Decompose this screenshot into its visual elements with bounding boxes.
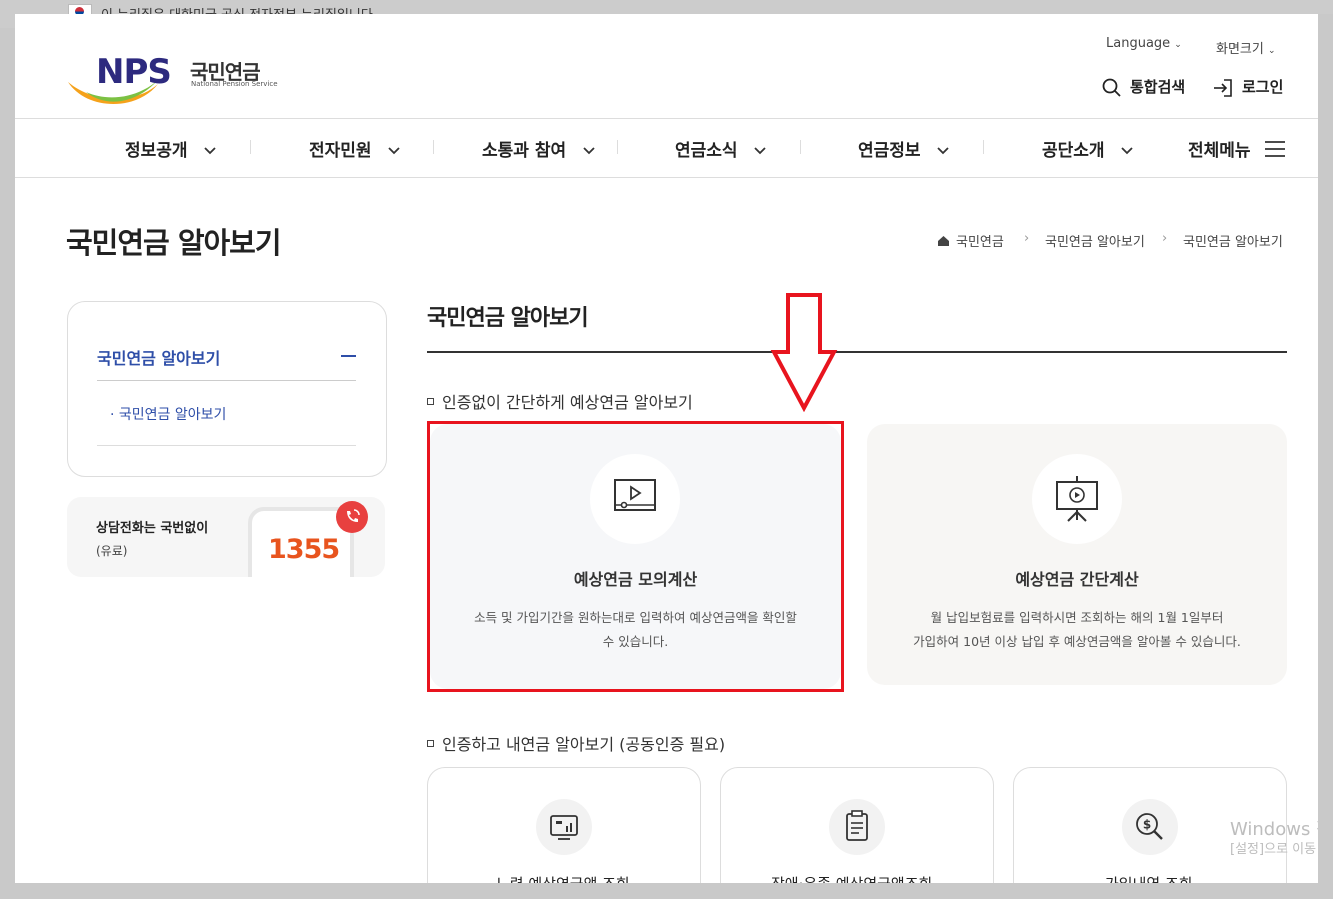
nav-item-about[interactable]: 공단소개 (1042, 136, 1134, 161)
login-icon (1214, 78, 1232, 97)
highlight-box (427, 421, 844, 692)
side-menu-divider (97, 380, 356, 381)
chevron-down-icon (937, 147, 950, 155)
subsection-label: 인증없이 간단하게 예상연금 알아보기 (442, 393, 693, 412)
font-size-label: 화면크기 (1216, 42, 1264, 57)
magnifier-coin-icon: $ (1122, 799, 1178, 855)
search-button[interactable]: 통합검색 (1102, 76, 1185, 98)
chevron-down-icon (204, 147, 217, 155)
section-title: 국민연금 알아보기 (427, 306, 589, 331)
nav-label: 연금소식 (675, 141, 738, 161)
hamburger-icon (1265, 141, 1286, 157)
card-title: 장애·유족 예상연금액조회 (771, 873, 932, 883)
subsection-title: 인증없이 간단하게 예상연금 알아보기 (427, 389, 693, 413)
chevron-down-icon (1121, 147, 1134, 155)
nav-separator (433, 140, 434, 154)
card-title: 노령 예상연금액 조회 (496, 873, 630, 883)
chevron-down-icon (388, 147, 401, 155)
nav-label: 정보공개 (125, 141, 188, 161)
breadcrumb-current[interactable]: 국민연금 알아보기 (1183, 231, 1283, 250)
side-menu-title[interactable]: 국민연금 알아보기 (97, 345, 220, 369)
nav-item-community[interactable]: 소통과 참여 (482, 136, 596, 161)
nav-item-news[interactable]: 연금소식 (675, 136, 767, 161)
presentation-screen-icon (1032, 454, 1122, 544)
collapse-icon[interactable] (341, 355, 356, 357)
home-icon (938, 236, 949, 246)
phone-icon (336, 501, 368, 533)
nav-item-civil[interactable]: 전자민원 (309, 136, 401, 161)
language-select[interactable]: Language ⌄ (1106, 36, 1182, 51)
side-menu (67, 301, 387, 477)
windows-activation-hint: [설정]으로 이동 (1230, 842, 1317, 857)
nav-item-info[interactable]: 정보공개 (125, 136, 217, 161)
nav-label: 공단소개 (1042, 141, 1105, 161)
card-description-line: 가입하여 10년 이상 납입 후 예상연금액을 알아볼 수 있습니다. (913, 634, 1241, 649)
login-label: 로그인 (1242, 78, 1284, 96)
clipboard-icon (829, 799, 885, 855)
card-old-age-pension[interactable] (427, 767, 701, 883)
language-label: Language (1106, 36, 1171, 51)
chevron-down-icon: ⌄ (1174, 40, 1182, 50)
breadcrumb-home[interactable]: 국민연금 (937, 231, 1004, 250)
logo-name-en: National Pension Service (191, 80, 278, 88)
chevron-right-icon: › (1162, 231, 1168, 246)
nav-separator (617, 140, 618, 154)
breadcrumb-label: 국민연금 (956, 235, 1004, 250)
call-number: 1355 (268, 534, 340, 565)
nav-divider (15, 177, 1318, 178)
svg-text:$: $ (1143, 818, 1151, 832)
window-frame-bottom (0, 883, 1333, 899)
search-icon (1102, 78, 1121, 97)
chevron-down-icon (583, 147, 595, 155)
nav-separator (250, 140, 251, 154)
call-number-text: 1355 (268, 534, 340, 565)
font-size-select[interactable]: 화면크기 ⌄ (1216, 38, 1276, 57)
login-button[interactable]: 로그인 (1212, 76, 1283, 98)
monitor-chart-icon (536, 799, 592, 855)
all-menu-button[interactable]: 전체메뉴 (1188, 136, 1286, 161)
down-arrow-icon (770, 293, 838, 412)
breadcrumb-item[interactable]: 국민연금 알아보기 (1045, 231, 1145, 250)
nav-separator (983, 140, 984, 154)
window-frame-right (1318, 14, 1333, 899)
bullet-icon (427, 398, 434, 405)
nav-label: 소통과 참여 (482, 141, 567, 161)
page-title: 국민연금 알아보기 (66, 226, 282, 260)
nav-label: 전자민원 (309, 141, 372, 161)
header-divider (15, 118, 1318, 119)
subsection-label: 인증하고 내연금 알아보기 (공동인증 필요) (442, 735, 726, 754)
all-menu-label: 전체메뉴 (1188, 141, 1251, 161)
card-disability-pension[interactable] (720, 767, 994, 883)
search-label: 통합검색 (1130, 78, 1186, 96)
chevron-down-icon: ⌄ (1267, 46, 1276, 56)
side-menu-divider (97, 445, 356, 446)
card-simple-calculation[interactable]: 예상연금 간단계산 월 납입보험료를 입력하시면 조회하는 해의 1월 1일부터… (867, 424, 1287, 685)
bullet-icon (427, 740, 434, 747)
nav-separator (800, 140, 801, 154)
card-title: 예상연금 간단계산 (1015, 570, 1139, 589)
nav-label: 연금정보 (858, 141, 921, 161)
section-divider (427, 351, 1287, 353)
side-menu-item[interactable]: · 국민연금 알아보기 (110, 404, 226, 424)
chevron-right-icon: › (1024, 231, 1030, 246)
card-description-line: 월 납입보험료를 입력하시면 조회하는 해의 1월 1일부터 (930, 610, 1224, 625)
subsection-title: 인증하고 내연금 알아보기 (공동인증 필요) (427, 731, 725, 755)
logo-brand[interactable]: NPS (96, 52, 172, 92)
card-title: 가입내역 조회 (1105, 873, 1193, 883)
chevron-down-icon (754, 147, 767, 155)
nav-item-pension-info[interactable]: 연금정보 (858, 136, 950, 161)
page-window: NPS 국민연금 National Pension Service Langua… (15, 14, 1318, 883)
